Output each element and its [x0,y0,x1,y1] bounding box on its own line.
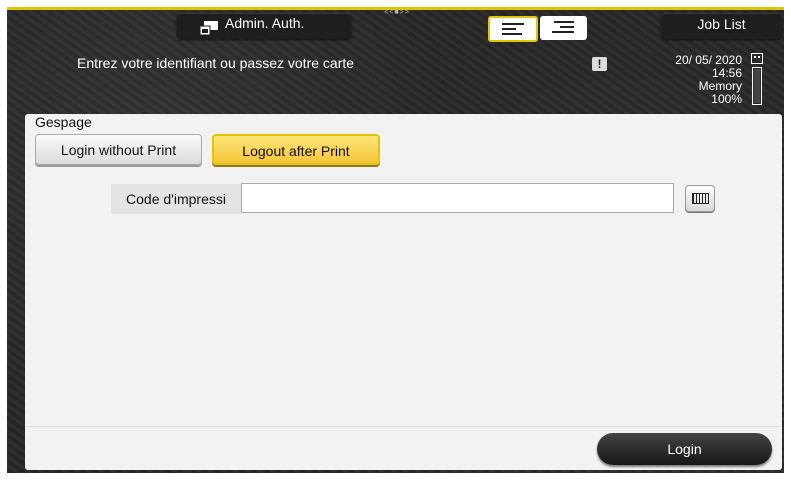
job-list-button[interactable]: Job List [661,13,782,39]
panel-grip-handle[interactable]: <<■>> [377,9,417,16]
memory-percent: 100% [711,92,742,106]
login-without-print-button[interactable]: Login without Print [35,134,202,165]
status-message: Entrez votre identifiant ou passez votre… [77,55,355,71]
admin-auth-icon [199,18,219,36]
keyboard-icon [692,193,709,204]
paper-tray-icon [751,53,763,64]
memory-gauge [752,67,762,105]
admin-auth-label: Admin. Auth. [225,15,305,31]
print-code-label: Code d'impressi [111,184,241,214]
print-code-input[interactable] [241,183,674,213]
warning-icon[interactable]: ! [592,57,607,71]
control-panel-screen: <<■>> Admin. Auth. Job List Entrez votre… [7,7,784,473]
status-readout: 20/ 05/ 2020 14:56 Memory 100% [637,54,742,106]
keyboard-button[interactable] [685,185,715,212]
memory-gauge-fill [754,69,760,103]
detail-view-icon [552,21,574,36]
list-view-button[interactable] [488,16,538,42]
login-panel: Gespage Login without Print Logout after… [25,114,782,470]
admin-auth-button[interactable]: Admin. Auth. [177,13,351,39]
device-frame: <<■>> Admin. Auth. Job List Entrez votre… [0,0,791,480]
panel-divider [25,426,782,427]
detail-view-button[interactable] [540,16,587,40]
panel-title: Gespage [35,114,92,130]
login-button[interactable]: Login [597,433,772,465]
logout-after-print-button[interactable]: Logout after Print [212,134,380,165]
list-view-icon [502,23,524,38]
job-list-label: Job List [697,16,746,32]
